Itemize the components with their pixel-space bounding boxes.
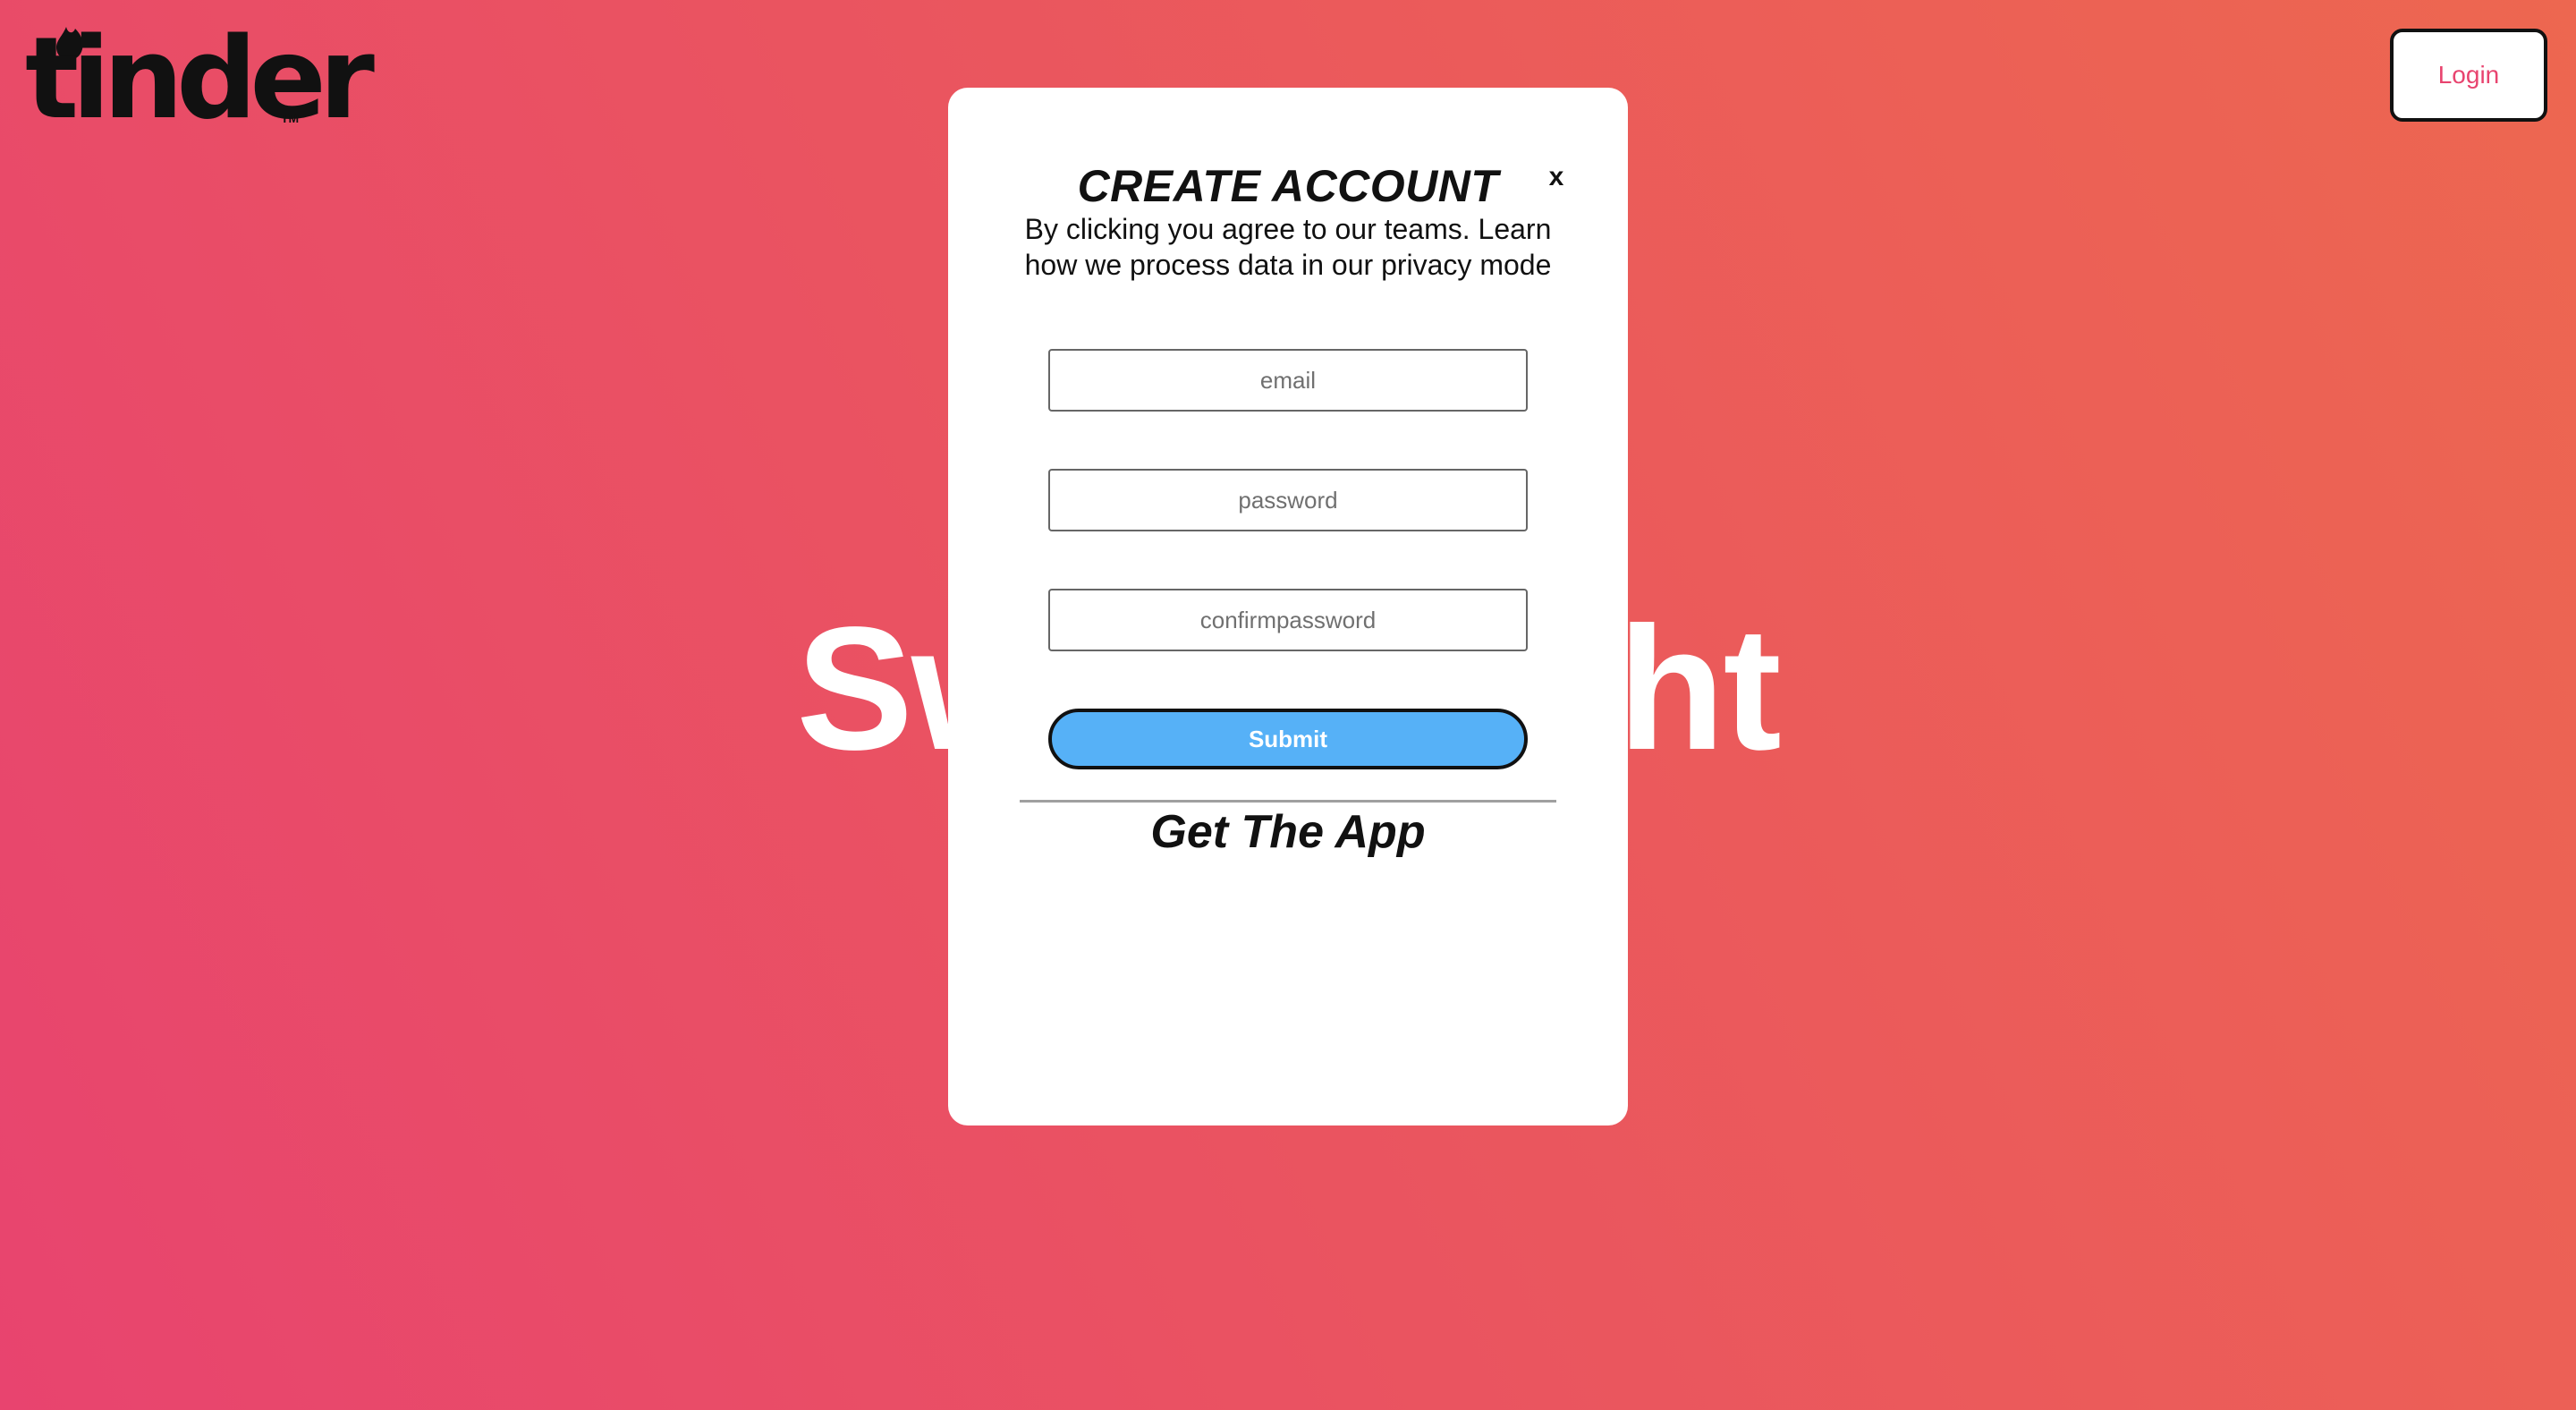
password-field[interactable] xyxy=(1048,469,1528,531)
email-field[interactable] xyxy=(1048,349,1528,412)
terms-notice: By clicking you agree to our teams. Lear… xyxy=(1024,213,1552,281)
trademark-label: TM xyxy=(281,111,300,125)
login-button[interactable]: Login xyxy=(2390,29,2547,122)
logo-wordmark: tinder xyxy=(25,13,375,144)
modal-title: CREATE ACCOUNT xyxy=(1077,161,1499,211)
submit-button[interactable]: Submit xyxy=(1048,709,1528,769)
get-the-app-heading: Get The App xyxy=(1150,806,1426,858)
close-button[interactable]: x xyxy=(1538,159,1574,195)
tinder-logo[interactable]: tinder TM xyxy=(25,22,375,135)
divider xyxy=(1020,800,1556,803)
confirm-password-field[interactable] xyxy=(1048,589,1528,651)
create-account-modal: CREATE ACCOUNT x By clicking you agree t… xyxy=(948,88,1628,1125)
